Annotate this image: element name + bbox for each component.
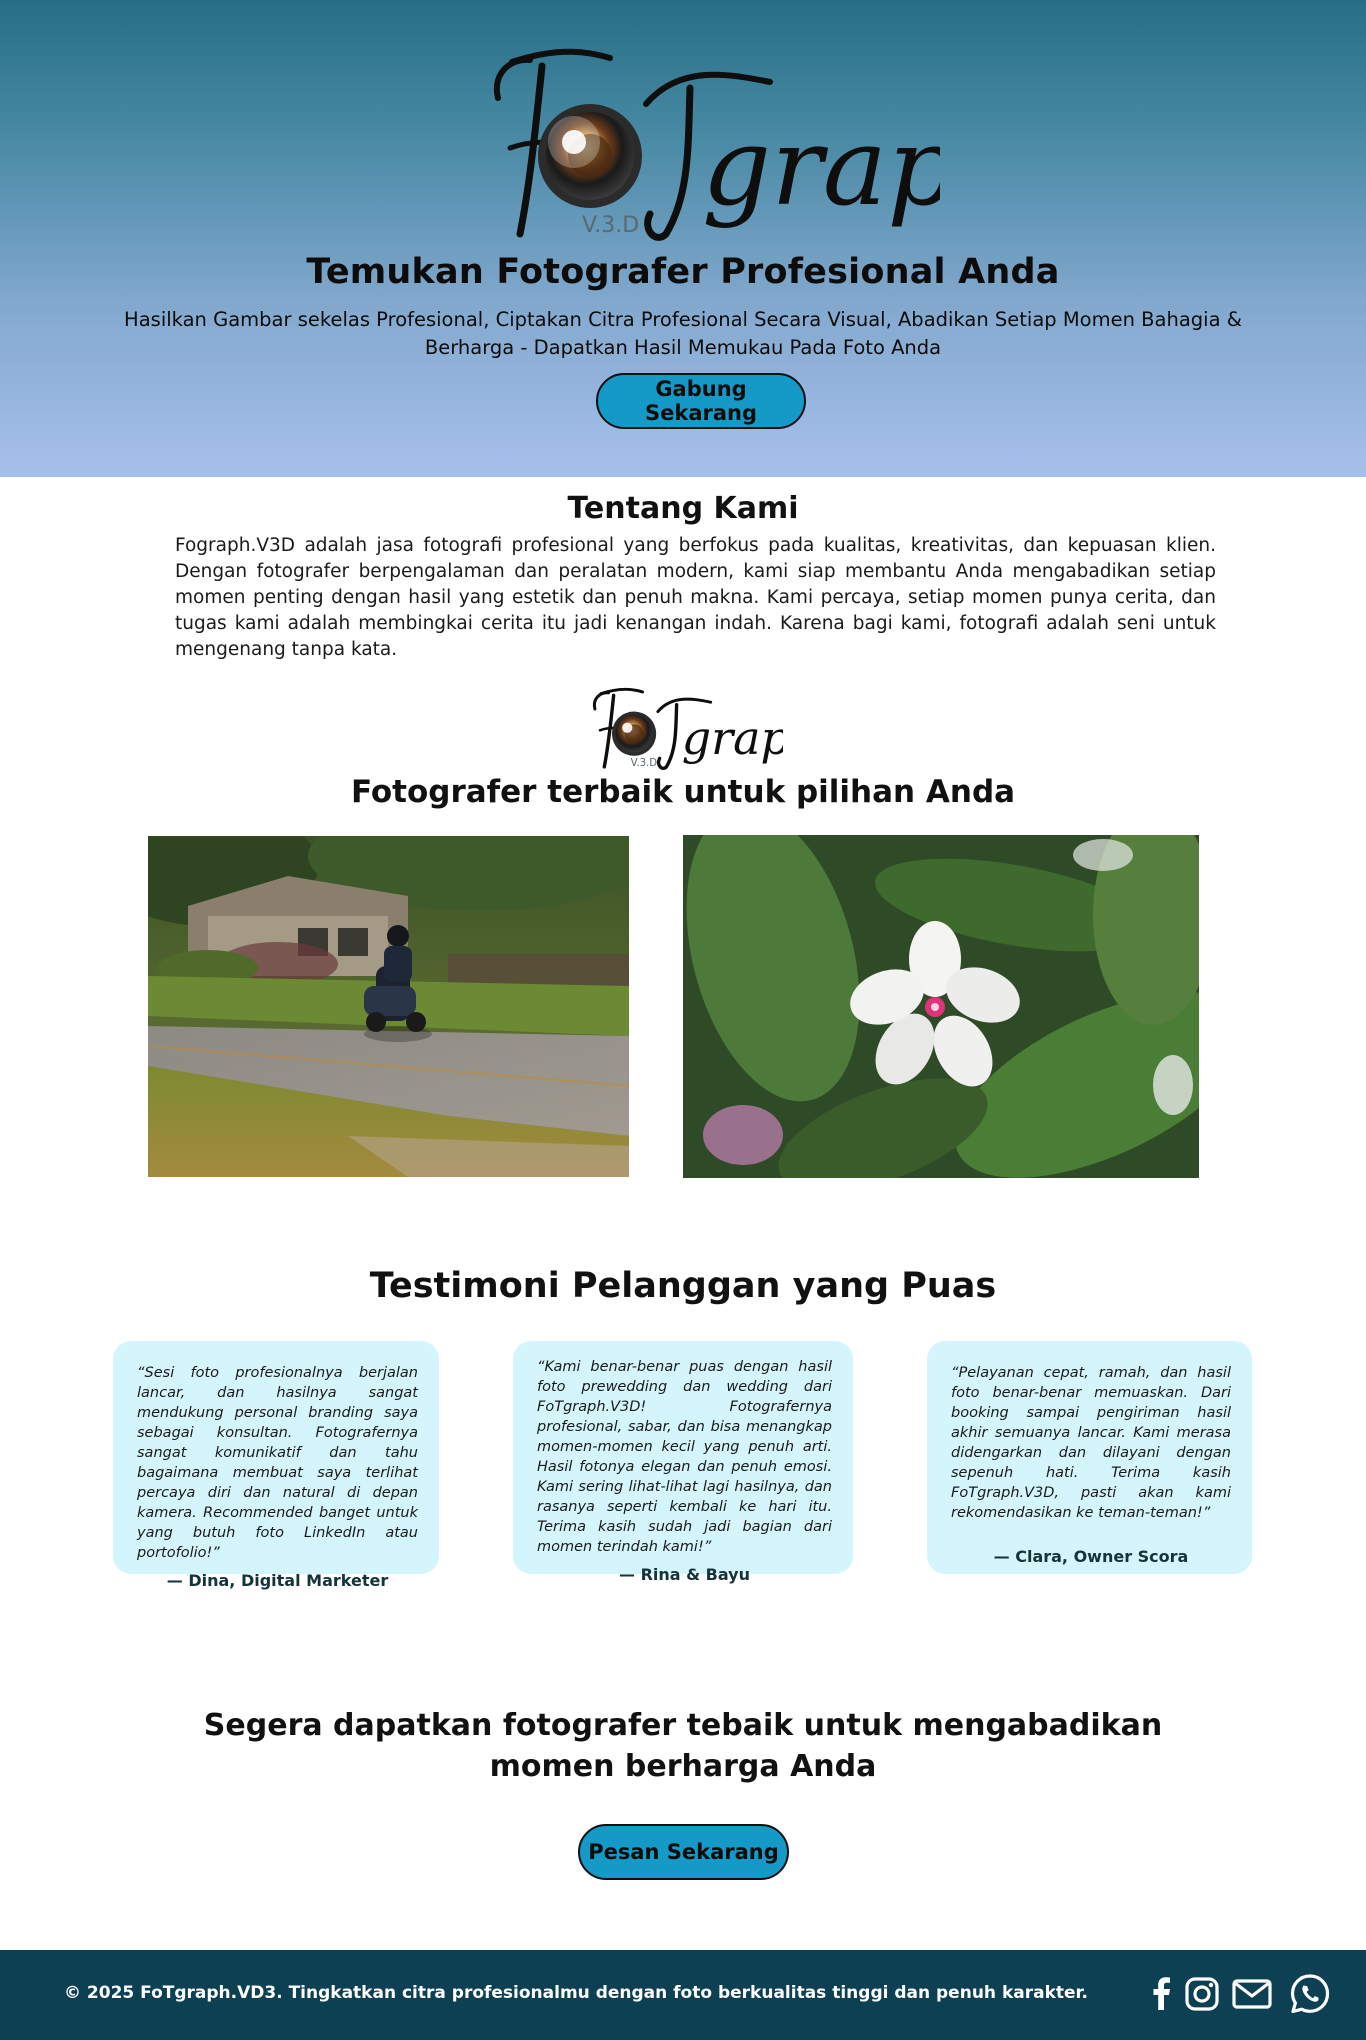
- hero-title: Temukan Fotografer Profesional Anda: [306, 252, 1060, 292]
- portfolio-title: Fotografer terbaik untuk pilihan Anda: [350, 774, 1016, 810]
- order-now-button[interactable]: Pesan Sekarang: [578, 1824, 789, 1880]
- svg-text:graph: graph: [682, 711, 783, 765]
- testimonial-quote: “Sesi foto profesionalnya berjalan lanca…: [137, 1365, 418, 1561]
- about-title: Tentang Kami: [567, 491, 799, 526]
- footer: © 2025 FoTgraph.VD3. Tingkatkan citra pr…: [0, 1950, 1366, 2040]
- testimonial-card: “Pelayanan cepat, ramah, dan hasil foto …: [927, 1341, 1252, 1574]
- whatsapp-icon[interactable]: [1288, 1972, 1332, 2016]
- logo-badge: V.3.D: [582, 213, 639, 238]
- cta-title-line1: Segera dapatkan fotografer tebaik untuk …: [203, 1708, 1163, 1743]
- portfolio-photo-flower[interactable]: [683, 835, 1199, 1178]
- testimonial-author: — Rina & Bayu: [619, 1565, 750, 1584]
- footer-copyright: © 2025 FoTgraph.VD3. Tingkatkan citra pr…: [64, 1983, 1088, 2003]
- testimonial-author: — Dina, Digital Marketer: [166, 1571, 389, 1590]
- facebook-icon[interactable]: [1140, 1972, 1184, 2016]
- testimonial-quote: “Kami benar-benar puas dengan hasil foto…: [537, 1359, 832, 1555]
- hero-section: V.3.D graph Temukan Fotografer Profesion…: [0, 0, 1366, 477]
- testimonial-card: “Sesi foto profesionalnya berjalan lanca…: [113, 1341, 439, 1590]
- instagram-icon[interactable]: [1180, 1972, 1224, 2016]
- cta-title: Segera dapatkan fotografer tebaik untuk …: [0, 1705, 1366, 1787]
- brand-logo[interactable]: V.3.D graph: [470, 44, 940, 246]
- logo-text: graph: [702, 105, 940, 230]
- testimonial-author: — Clara, Owner Scora: [993, 1547, 1189, 1566]
- email-icon[interactable]: [1230, 1972, 1274, 2016]
- testimonial-quote: “Pelayanan cepat, ramah, dan hasil foto …: [951, 1365, 1231, 1521]
- portfolio-logo-badge: V.3.D: [631, 758, 658, 769]
- testimonials-title: Testimoni Pelanggan yang Puas: [369, 1266, 997, 1306]
- cta-title-line2: momen berharga Anda: [489, 1749, 877, 1784]
- join-now-button[interactable]: Gabung Sekarang: [596, 373, 806, 429]
- hero-subtitle: Hasilkan Gambar sekelas Profesional, Cip…: [124, 308, 1242, 359]
- about-text: Fograph.V3D adalah jasa fotografi profes…: [175, 535, 1216, 660]
- testimonial-card: “Kami benar-benar puas dengan hasil foto…: [513, 1341, 853, 1584]
- flower-photo-image: [683, 835, 1199, 1178]
- portfolio-photo-scooter[interactable]: [148, 836, 629, 1177]
- scooter-photo-image: [148, 836, 629, 1177]
- portfolio-logo: V.3.D graph: [592, 687, 783, 770]
